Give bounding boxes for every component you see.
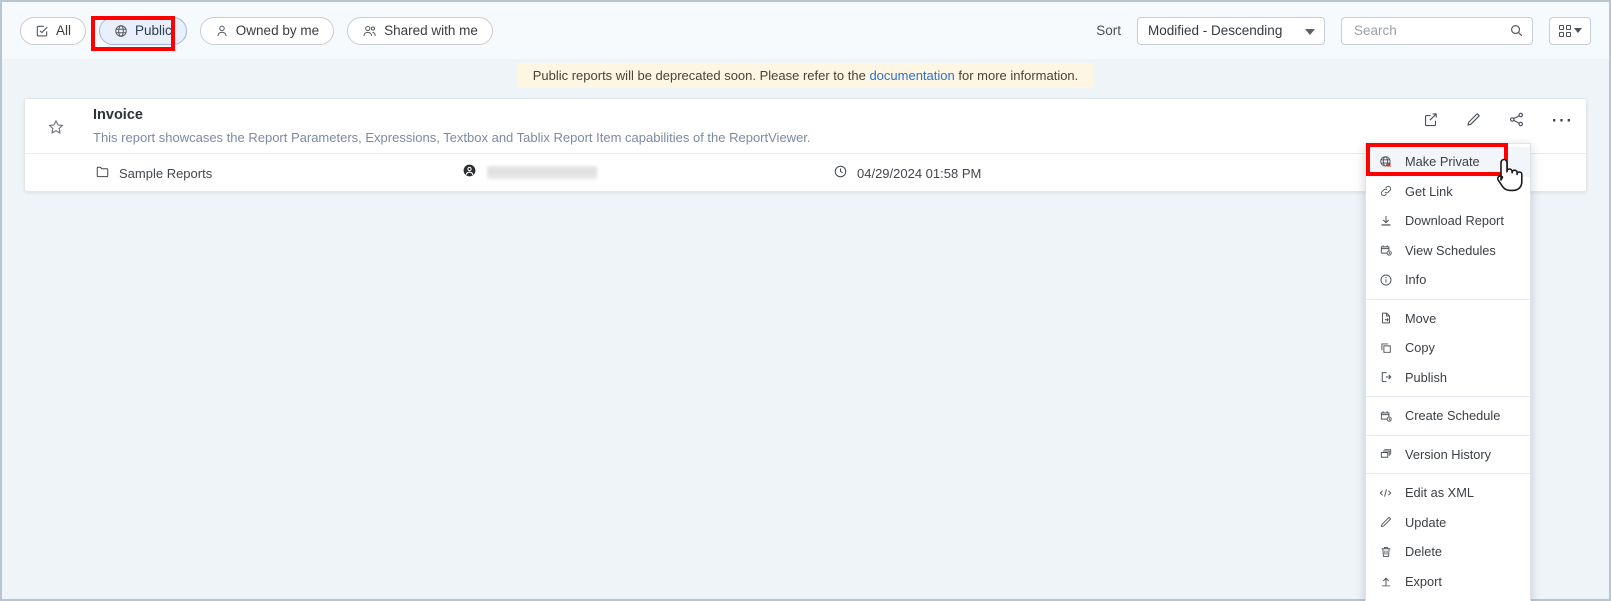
- menu-item-make-private-label: Make Private: [1405, 154, 1480, 170]
- report-modified: 04/29/2024 01:58 PM: [833, 164, 981, 182]
- filter-pill-public-label: Public: [135, 22, 172, 38]
- menu-item-publish-label: Publish: [1405, 369, 1447, 385]
- menu-item-version-history[interactable]: Version History: [1366, 440, 1530, 470]
- menu-item-publish[interactable]: Publish: [1366, 363, 1530, 393]
- open-new-tab-icon[interactable]: [1422, 111, 1439, 128]
- pencil-icon: [1378, 515, 1393, 529]
- search-input[interactable]: [1352, 22, 1504, 39]
- menu-item-download-report-label: Download Report: [1405, 213, 1504, 229]
- folder-icon: [95, 164, 110, 182]
- menu-item-edit-as-xml[interactable]: Edit as XML: [1366, 478, 1530, 508]
- menu-item-version-history-label: Version History: [1405, 446, 1492, 462]
- report-card-actions: ⋯: [1422, 108, 1575, 130]
- link-icon: [1378, 184, 1393, 198]
- chevron-down-icon: [1305, 28, 1315, 35]
- report-title[interactable]: Invoice: [93, 107, 143, 123]
- share-icon[interactable]: [1508, 111, 1525, 128]
- layers-icon: [1378, 447, 1393, 461]
- edit-pencil-icon[interactable]: [1465, 111, 1482, 128]
- star-outline-icon[interactable]: [47, 118, 65, 141]
- menu-item-move[interactable]: Move: [1366, 304, 1530, 334]
- search-icon[interactable]: [1509, 23, 1524, 43]
- menu-item-get-link-label: Get Link: [1405, 183, 1453, 199]
- reports-catalog-page: All Public Owned by me Shared with me So…: [2, 2, 1609, 601]
- menu-item-download-report[interactable]: Download Report: [1366, 206, 1530, 236]
- menu-item-move-label: Move: [1405, 310, 1437, 326]
- menu-item-view-schedules[interactable]: View Schedules: [1366, 236, 1530, 266]
- download-icon: [1378, 214, 1393, 228]
- menu-item-make-private[interactable]: Make Private: [1366, 147, 1530, 177]
- move-file-icon: [1378, 311, 1393, 325]
- person-icon: [215, 24, 229, 38]
- globe-private-icon: [1378, 155, 1393, 169]
- sort-select-value: Modified - Descending: [1148, 23, 1283, 38]
- deprecation-banner: Public reports will be deprecated soon. …: [516, 62, 1095, 88]
- banner-text-before: Public reports will be deprecated soon. …: [532, 67, 870, 83]
- filter-pill-all[interactable]: All: [20, 16, 87, 45]
- menu-item-create-schedule[interactable]: Create Schedule: [1366, 401, 1530, 431]
- chevron-down-icon: [1573, 28, 1582, 33]
- filter-pill-shared-with-me[interactable]: Shared with me: [347, 16, 493, 45]
- checkbox-icon: [35, 24, 49, 38]
- menu-item-delete-label: Delete: [1405, 544, 1442, 560]
- export-icon: [1378, 574, 1393, 588]
- report-folder[interactable]: Sample Reports: [95, 164, 212, 182]
- menu-item-copy-label: Copy: [1405, 340, 1435, 356]
- sort-label: Sort: [1096, 23, 1121, 38]
- report-card[interactable]: Invoice This report showcases the Report…: [24, 98, 1587, 192]
- filter-pill-shared-with-me-label: Shared with me: [384, 22, 478, 38]
- calendar-clock-icon: [1378, 243, 1393, 257]
- filter-pill-owned-by-me-label: Owned by me: [235, 22, 320, 38]
- banner-documentation-link[interactable]: documentation: [869, 68, 954, 83]
- trash-icon: [1378, 545, 1393, 559]
- menu-item-create-schedule-label: Create Schedule: [1405, 408, 1501, 424]
- report-description: This report showcases the Report Paramet…: [93, 130, 811, 145]
- menu-separator: [1366, 434, 1530, 436]
- menu-separator: [1366, 298, 1530, 300]
- more-options-icon[interactable]: ⋯: [1551, 108, 1575, 130]
- menu-item-get-link[interactable]: Get Link: [1366, 177, 1530, 207]
- code-icon: [1378, 486, 1393, 500]
- banner-text-after: for more information.: [954, 67, 1079, 83]
- filter-pill-owned-by-me[interactable]: Owned by me: [199, 16, 335, 45]
- info-circle-icon: [1378, 273, 1393, 287]
- menu-item-export-label: Export: [1405, 573, 1442, 589]
- report-owner-redacted: [487, 166, 597, 180]
- menu-item-view-schedules-label: View Schedules: [1405, 242, 1496, 258]
- clock-icon: [833, 164, 848, 182]
- menu-item-copy[interactable]: Copy: [1366, 333, 1530, 363]
- account-circle-icon: [462, 163, 477, 183]
- report-card-header: Invoice This report showcases the Report…: [25, 99, 1586, 154]
- people-icon: [362, 24, 377, 38]
- notification-banner-row: Public reports will be deprecated soon. …: [2, 59, 1609, 91]
- filter-pill-group: All Public Owned by me Shared with me: [20, 16, 493, 45]
- toolbar: All Public Owned by me Shared with me So…: [2, 2, 1609, 59]
- menu-item-delete[interactable]: Delete: [1366, 537, 1530, 567]
- publish-icon: [1378, 370, 1393, 384]
- globe-icon: [114, 24, 128, 38]
- menu-separator: [1366, 396, 1530, 397]
- menu-item-update-label: Update: [1405, 514, 1447, 530]
- menu-item-update[interactable]: Update: [1366, 508, 1530, 538]
- menu-item-info[interactable]: Info: [1366, 265, 1530, 295]
- report-context-menu: Make Private Get Link Download Report Vi…: [1365, 143, 1531, 601]
- filter-pill-all-label: All: [56, 22, 72, 38]
- menu-item-info-label: Info: [1405, 272, 1427, 288]
- sort-select[interactable]: Modified - Descending: [1137, 16, 1325, 45]
- menu-item-export[interactable]: Export: [1366, 567, 1530, 597]
- grid-view-icon: [1558, 24, 1571, 37]
- calendar-clock-icon: [1378, 409, 1393, 423]
- report-folder-label: Sample Reports: [119, 165, 213, 181]
- report-card-meta: Sample Reports 04/29/2024 01:58 PM: [25, 154, 1586, 192]
- menu-item-edit-as-xml-label: Edit as XML: [1405, 485, 1474, 501]
- report-modified-label: 04/29/2024 01:58 PM: [857, 165, 982, 181]
- filter-pill-public[interactable]: Public: [99, 16, 187, 45]
- view-mode-button[interactable]: [1549, 16, 1591, 45]
- menu-separator: [1366, 473, 1530, 474]
- search-box[interactable]: [1341, 16, 1533, 45]
- copy-icon: [1378, 341, 1393, 355]
- report-owner: [462, 163, 597, 183]
- toolbar-right-group: Sort Modified - Descending: [1096, 16, 1591, 45]
